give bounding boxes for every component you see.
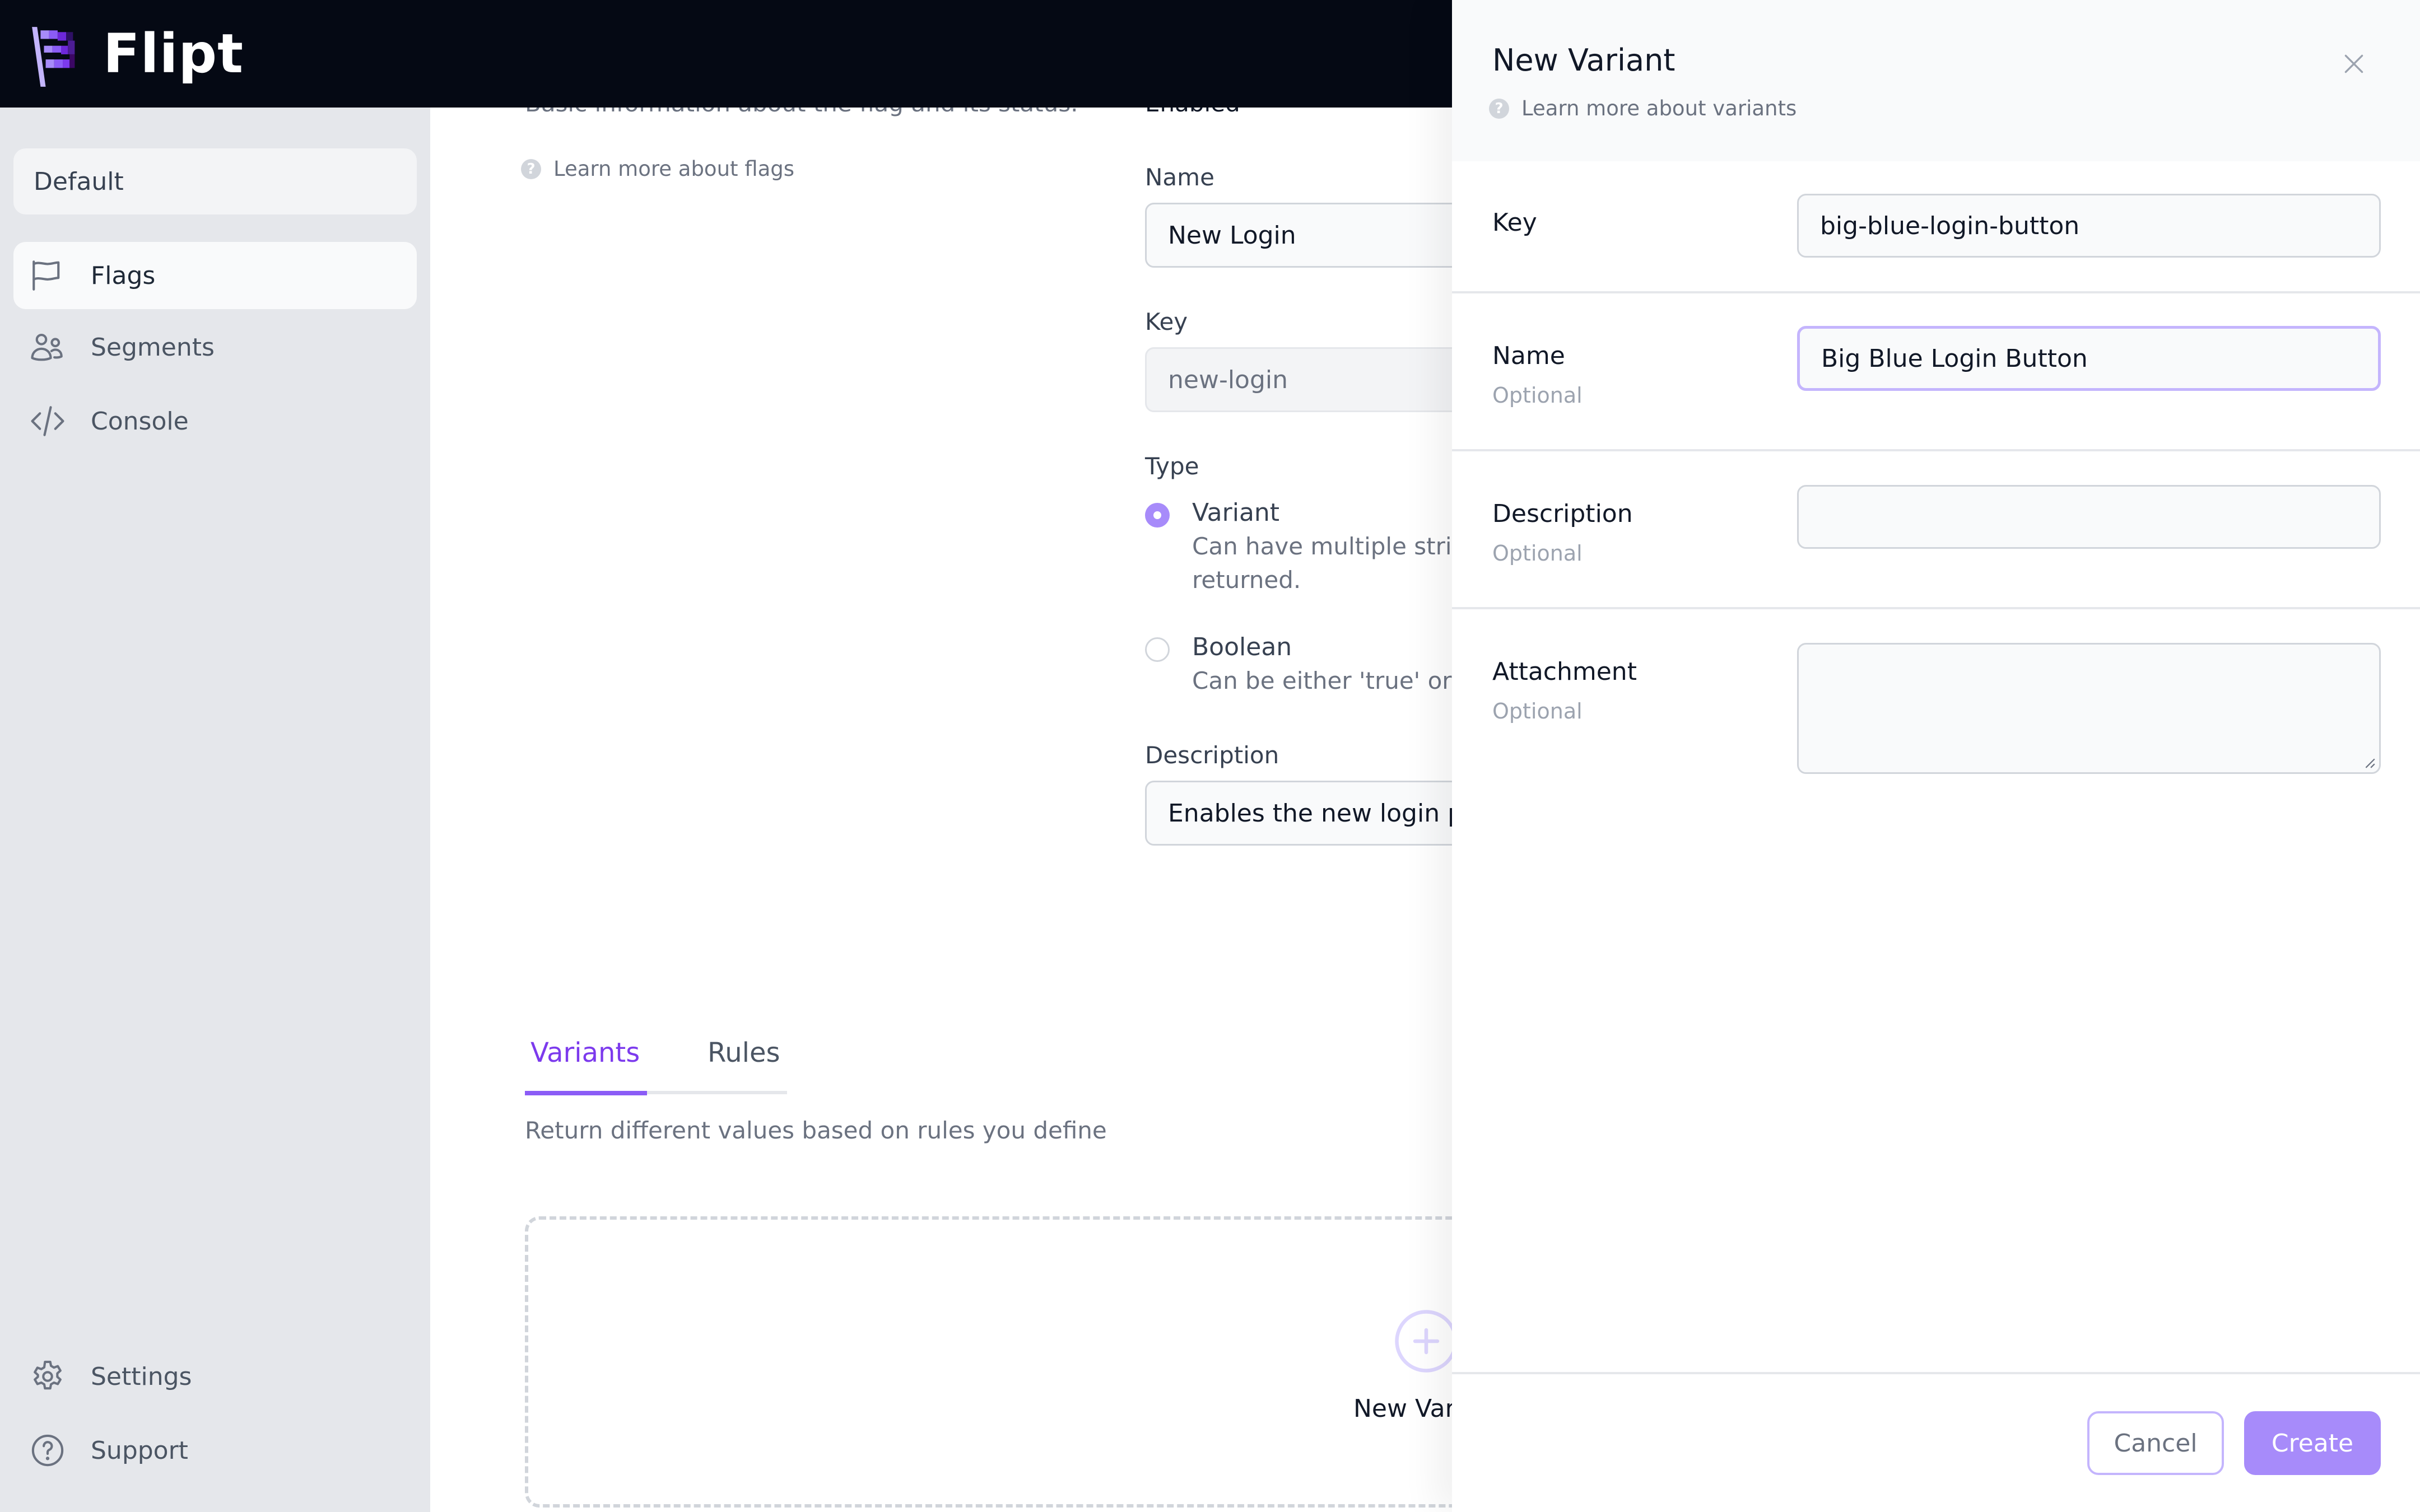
- variant-description-optional: Optional: [1492, 541, 1583, 566]
- variant-attachment-label: Attachment: [1492, 657, 1637, 686]
- type-variant-radio[interactable]: [1145, 503, 1170, 528]
- variant-name-input[interactable]: Big Blue Login Button: [1797, 326, 2381, 391]
- variant-attachment-optional: Optional: [1492, 699, 1583, 724]
- flipt-logo[interactable]: Flipt: [27, 22, 244, 90]
- variant-attachment-row: Attachment Optional: [1452, 609, 2420, 794]
- sidebar-item-segments[interactable]: Segments: [13, 314, 417, 381]
- resize-handle-icon[interactable]: [2363, 757, 2376, 769]
- close-icon: [2344, 54, 2363, 73]
- tabs-description: Return different values based on rules y…: [525, 1117, 1107, 1144]
- cancel-button[interactable]: Cancel: [2087, 1411, 2224, 1475]
- variant-key-row: Key big-blue-login-button: [1452, 161, 2420, 293]
- users-icon: [28, 328, 67, 367]
- create-button[interactable]: Create: [2244, 1411, 2381, 1475]
- tab-rules[interactable]: Rules: [708, 1037, 780, 1068]
- help-link-text: Learn more about flags: [553, 157, 795, 181]
- sidebar-item-flags[interactable]: Flags: [13, 242, 417, 309]
- variant-description-row: Description Optional: [1452, 451, 2420, 609]
- panel-footer: Cancel Create: [1452, 1372, 2420, 1512]
- type-label: Type: [1145, 452, 1199, 480]
- sidebar-item-console[interactable]: Console: [13, 388, 417, 455]
- plus-circle-icon: [1393, 1308, 1460, 1375]
- sidebar-item-settings[interactable]: Settings: [13, 1343, 417, 1410]
- gear-icon: [28, 1357, 67, 1396]
- sidebar-item-label: Segments: [91, 333, 215, 362]
- sidebar: Default Flags Segments Console Settings …: [0, 0, 430, 1512]
- sidebar-item-label: Console: [91, 407, 189, 436]
- panel-header: New Variant ? Learn more about variants: [1452, 0, 2420, 161]
- namespace-label: Default: [34, 167, 124, 196]
- variant-description-label: Description: [1492, 500, 1633, 528]
- new-variant-panel: New Variant ? Learn more about variants …: [1452, 0, 2420, 1512]
- flag-icon: [28, 256, 67, 295]
- code-icon: [28, 402, 67, 441]
- close-panel-button[interactable]: [2337, 47, 2371, 81]
- flag-tabs: Variants Rules: [525, 1025, 787, 1095]
- tab-variants[interactable]: Variants: [530, 1037, 640, 1068]
- key-label: Key: [1145, 308, 1188, 335]
- help-link-text: Learn more about variants: [1521, 96, 1797, 120]
- name-label: Name: [1145, 164, 1214, 191]
- sidebar-item-support[interactable]: Support: [13, 1417, 417, 1484]
- sidebar-item-label: Support: [91, 1436, 188, 1465]
- type-variant-label: Variant: [1192, 498, 1280, 527]
- active-tab-indicator: [525, 1091, 647, 1095]
- variant-key-label: Key: [1492, 208, 1537, 237]
- namespace-selector[interactable]: Default: [13, 148, 417, 214]
- app-name: Flipt: [103, 22, 244, 85]
- flag-name-value: New Login: [1168, 221, 1296, 250]
- variant-name-row: Name Optional Big Blue Login Button: [1452, 293, 2420, 451]
- variant-key-value: big-blue-login-button: [1820, 211, 2080, 240]
- description-label: Description: [1145, 741, 1279, 769]
- flag-key-value: new-login: [1168, 365, 1288, 394]
- learn-more-flags-link[interactable]: ? Learn more about flags: [521, 157, 794, 181]
- flipt-flag-logo-icon: [32, 27, 75, 87]
- variant-name-optional: Optional: [1492, 383, 1583, 408]
- question-circle-icon: [28, 1431, 67, 1470]
- sidebar-item-label: Settings: [91, 1362, 192, 1391]
- panel-title: New Variant: [1492, 43, 1676, 78]
- learn-more-variants-link[interactable]: ? Learn more about variants: [1489, 96, 1797, 120]
- variant-name-value: Big Blue Login Button: [1821, 344, 2088, 373]
- variant-attachment-textarea[interactable]: [1797, 643, 2381, 774]
- variant-key-input[interactable]: big-blue-login-button: [1797, 194, 2381, 258]
- type-boolean-radio[interactable]: [1145, 637, 1170, 662]
- sidebar-item-label: Flags: [91, 261, 156, 290]
- type-boolean-label: Boolean: [1192, 633, 1292, 661]
- help-icon: ?: [521, 158, 541, 179]
- help-icon: ?: [1489, 98, 1509, 119]
- variant-description-input[interactable]: [1797, 485, 2381, 549]
- variant-name-label: Name: [1492, 342, 1565, 370]
